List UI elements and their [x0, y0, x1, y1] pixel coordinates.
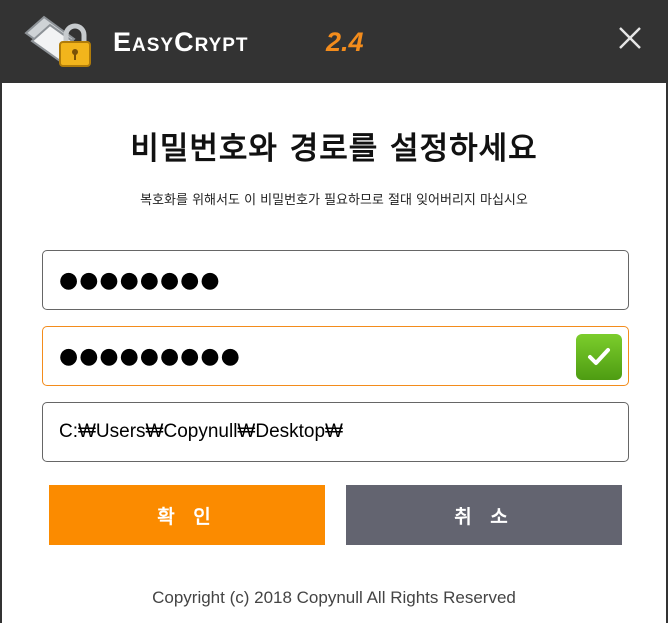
- path-field[interactable]: [42, 402, 629, 462]
- check-icon: [576, 334, 622, 380]
- path-input[interactable]: [59, 403, 569, 461]
- password-confirm-input[interactable]: [59, 327, 569, 385]
- copyright-text: Copyright (c) 2018 Copynull All Rights R…: [152, 588, 516, 607]
- password-confirm-field[interactable]: [42, 326, 629, 386]
- close-icon: [619, 27, 641, 49]
- app-version: 2.4: [326, 27, 364, 57]
- title-bar: EasyCrypt 2.4: [0, 0, 668, 83]
- cancel-button[interactable]: 취 소: [346, 485, 622, 545]
- app-name: EasyCrypt: [113, 27, 249, 57]
- confirm-button[interactable]: 확 인: [49, 485, 325, 545]
- dialog-heading: 비밀번호와 경로를 설정하세요: [130, 131, 538, 167]
- password-input[interactable]: [59, 251, 569, 309]
- dialog-subheading: 복호화를 위해서도 이 비밀번호가 필요하므로 절대 잊어버리지 마십시오: [140, 193, 528, 208]
- close-button[interactable]: [606, 14, 654, 62]
- password-field[interactable]: [42, 250, 629, 310]
- folder-lock-icon: [22, 13, 96, 71]
